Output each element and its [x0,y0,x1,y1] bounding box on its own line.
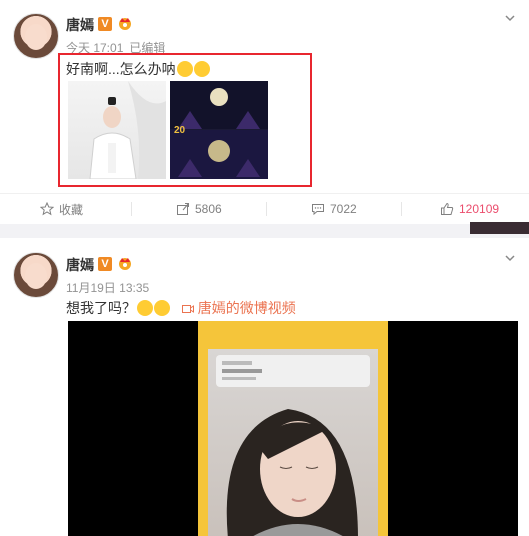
comment-button[interactable]: 7022 [311,194,357,224]
action-bar: 收藏 5806 7022 120109 [0,193,529,224]
video-link[interactable]: 唐嫣的微博视频 [181,300,296,316]
crown-icon [119,258,131,270]
avatar[interactable] [13,13,59,59]
user-name[interactable]: 唐嫣 [66,15,94,35]
post-meta: 11月19日 13:35 [66,279,149,296]
adjacent-content-edge [470,222,529,234]
favorite-label: 收藏 [59,202,84,217]
verified-badge-icon: V [98,17,112,31]
comment-icon [312,204,324,216]
video-link-label: 唐嫣的微博视频 [197,300,296,316]
woman-selfie-image [216,355,370,536]
crown-icon [119,18,131,30]
video-thumbnail [208,349,378,536]
share-count: 5806 [195,202,222,216]
comment-count: 7022 [330,202,357,216]
post-time[interactable]: 11月19日 13:35 [66,281,149,295]
chevron-down-icon[interactable] [504,252,516,264]
thinking-emoji-icon [137,300,153,316]
post-text-content: 想我了吗？ [66,300,136,316]
avatar[interactable] [13,252,59,298]
video-player[interactable] [68,321,518,536]
thumbs-up-icon [441,202,454,215]
user-name[interactable]: 唐嫣 [66,255,94,275]
share-icon [177,203,189,215]
share-button[interactable]: 5806 [176,194,222,224]
highlight-box [58,53,312,187]
post-text: 想我了吗？ 唐嫣的微博视频 [66,298,296,318]
favorite-button[interactable]: 收藏 [40,194,83,224]
chevron-down-icon[interactable] [504,12,516,24]
verified-badge-icon: V [98,257,112,271]
weibo-post-1: 唐嫣 V 今天 17:01 已编辑 好南啊...怎么办呐 20 收藏 5806 … [0,0,529,224]
video-camera-icon [181,305,194,313]
like-count: 120109 [459,202,500,216]
like-button[interactable]: 120109 [440,194,499,224]
star-icon [40,202,54,216]
tongue-emoji-icon [154,300,170,316]
